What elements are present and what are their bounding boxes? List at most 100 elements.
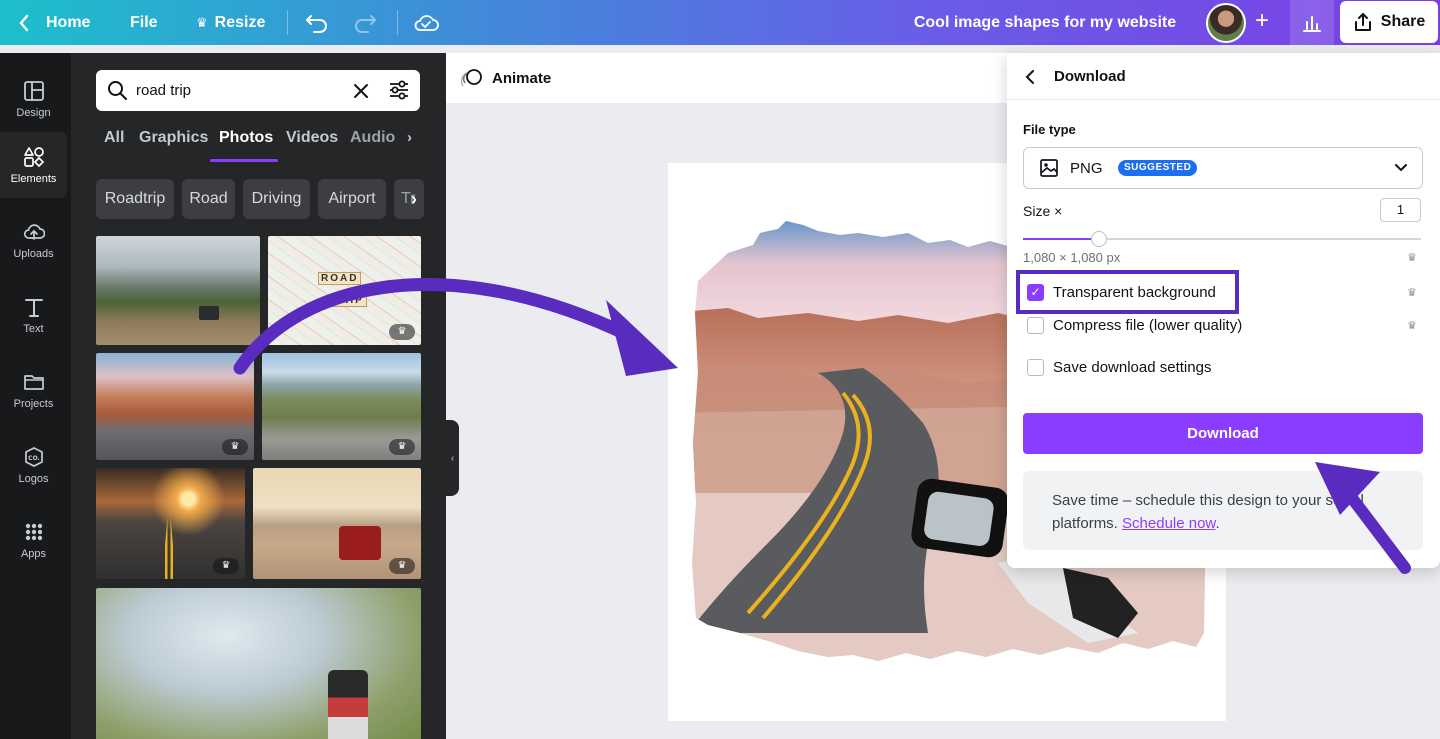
insights-button[interactable]: [1290, 0, 1334, 45]
rail-item-design[interactable]: Design: [0, 66, 67, 132]
animate-button[interactable]: Animate: [460, 53, 551, 103]
scrabble-tiles: TRIP: [330, 290, 367, 308]
share-upload-icon: [1354, 13, 1371, 31]
crown-icon: ♛: [196, 14, 208, 30]
avatar[interactable]: [1206, 3, 1246, 43]
scrabble-tiles: ROAD: [318, 272, 362, 285]
rail-label: Logos: [18, 472, 49, 485]
rail-item-text[interactable]: Text: [0, 282, 67, 348]
resize-button[interactable]: ♛ Resize: [196, 0, 265, 45]
top-bar: Home File ♛ Resize Cool image shapes for…: [0, 0, 1440, 45]
rail-item-apps[interactable]: Apps: [0, 507, 67, 573]
animate-icon: [460, 69, 482, 87]
file-type-select[interactable]: PNG SUGGESTED: [1023, 147, 1423, 189]
search-input[interactable]: [136, 80, 346, 100]
suggestion-chip[interactable]: Tr: [394, 179, 424, 219]
photo-thumbnail[interactable]: ♛: [262, 353, 421, 460]
jeep-shape: [339, 526, 381, 560]
active-tab-indicator: [210, 159, 278, 162]
dimensions-text: 1,080 × 1,080 px: [1023, 250, 1121, 265]
animate-label: Animate: [492, 69, 552, 87]
premium-crown-icon: ♛: [389, 439, 415, 455]
filter-icon[interactable]: [388, 80, 410, 100]
option-label: Save download settings: [1053, 358, 1212, 376]
file-type-value: PNG: [1070, 160, 1103, 177]
cloud-save-status[interactable]: [413, 0, 439, 45]
home-label: Home: [46, 13, 91, 31]
rail-label: Apps: [20, 547, 47, 560]
undo-icon: [306, 14, 327, 33]
search-icon: [108, 81, 127, 100]
suggestion-chip[interactable]: Driving: [243, 179, 310, 219]
clear-search-icon[interactable]: [353, 83, 369, 99]
file-type-label: File type: [1023, 122, 1076, 137]
rail-item-logos[interactable]: CO. Logos: [0, 432, 67, 498]
tab-graphics[interactable]: Graphics: [139, 129, 208, 147]
schedule-promo: Save time – schedule this design to your…: [1023, 471, 1423, 550]
photo-thumbnail[interactable]: ROAD TRIP ♛: [268, 236, 421, 345]
premium-crown-icon: ♛: [389, 324, 415, 340]
folder-icon: [23, 374, 44, 390]
suggestion-chip[interactable]: Road: [182, 179, 235, 219]
layout-icon: [23, 80, 44, 101]
download-header: Download: [1007, 53, 1440, 100]
download-button[interactable]: Download: [1023, 413, 1423, 454]
share-button[interactable]: Share: [1340, 1, 1438, 43]
undo-button[interactable]: [305, 0, 329, 45]
rail-label: Uploads: [13, 247, 54, 260]
left-rail: Design Elements Uploads Text Projects CO…: [0, 53, 71, 739]
chevron-left-icon: ‹: [450, 452, 455, 464]
svg-text:CO.: CO.: [28, 455, 40, 462]
add-collaborator-button[interactable]: +: [1249, 9, 1275, 35]
file-menu-button[interactable]: File: [130, 0, 158, 45]
photo-thumbnail[interactable]: ♛: [96, 353, 254, 460]
chevron-right-icon[interactable]: ›: [411, 189, 417, 210]
plus-icon: +: [1254, 7, 1269, 34]
download-title: Download: [1054, 68, 1126, 85]
rail-item-projects[interactable]: Projects: [0, 357, 67, 423]
home-button[interactable]: Home: [18, 0, 90, 45]
size-input[interactable]: 1: [1380, 198, 1421, 222]
photo-thumbnail[interactable]: [96, 588, 421, 739]
suggestion-chip[interactable]: Roadtrip: [96, 179, 174, 219]
bar-chart-icon: [1303, 15, 1321, 32]
option-label: Compress file (lower quality): [1053, 316, 1243, 334]
chevron-down-icon: [1395, 164, 1407, 172]
premium-crown-icon: ♛: [213, 558, 239, 574]
size-label: Size ×: [1023, 203, 1063, 219]
logo-icon: CO.: [24, 446, 43, 467]
rail-label: Text: [23, 322, 44, 335]
premium-crown-icon: ♛: [1407, 252, 1417, 264]
back-chevron-icon[interactable]: [1024, 69, 1036, 85]
rail-item-elements[interactable]: Elements: [0, 132, 67, 198]
save-settings-option[interactable]: Save download settings: [1027, 355, 1211, 379]
cloud-check-icon: [414, 14, 439, 31]
checkbox[interactable]: [1027, 358, 1044, 376]
photo-thumbnail[interactable]: ♛: [96, 468, 245, 579]
redo-icon: [355, 14, 376, 33]
size-slider-fill: [1023, 238, 1099, 240]
collapse-panel-handle[interactable]: ‹: [446, 420, 459, 496]
image-file-icon: [1040, 159, 1058, 177]
apps-grid-icon: [25, 523, 42, 540]
rail-item-uploads[interactable]: Uploads: [0, 207, 67, 273]
divider: [287, 10, 288, 35]
size-slider-thumb[interactable]: [1090, 231, 1107, 247]
premium-crown-icon: ♛: [1407, 287, 1417, 299]
suggestion-chip[interactable]: Airport: [318, 179, 386, 219]
photo-thumbnail[interactable]: ♛: [253, 468, 421, 579]
schedule-now-link[interactable]: Schedule now: [1122, 515, 1215, 532]
document-title[interactable]: Cool image shapes for my website: [900, 0, 1190, 45]
annotation-highlight-box: [1016, 270, 1239, 314]
checkbox[interactable]: [1027, 316, 1044, 334]
shapes-icon: [23, 146, 44, 167]
camera-shape: [328, 670, 368, 739]
compress-file-option[interactable]: Compress file (lower quality): [1027, 313, 1242, 337]
photo-thumbnail[interactable]: [96, 236, 260, 345]
chevron-right-icon[interactable]: ›: [407, 129, 412, 146]
redo-button[interactable]: [353, 0, 377, 45]
tab-photos[interactable]: Photos: [219, 129, 273, 147]
tab-audio[interactable]: Audio: [350, 129, 395, 147]
tab-videos[interactable]: Videos: [286, 129, 338, 147]
tab-all[interactable]: All: [104, 129, 124, 147]
